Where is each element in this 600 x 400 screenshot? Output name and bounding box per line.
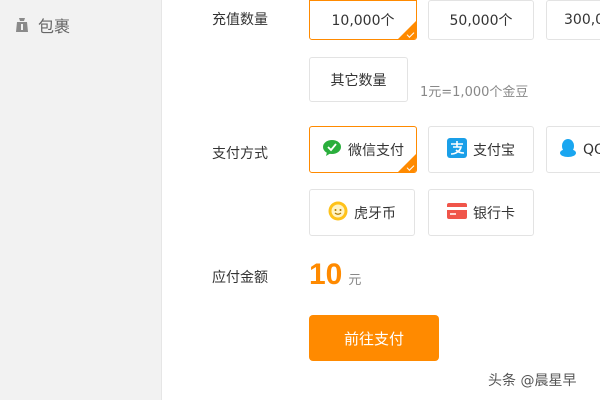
payment-option-wechat[interactable]: 微信支付 bbox=[309, 126, 417, 173]
sidebar: 包裹 bbox=[0, 0, 162, 400]
wechat-pay-icon bbox=[322, 139, 342, 161]
quantity-option-label: 50,000个 bbox=[449, 13, 513, 29]
quantity-option-10000[interactable]: 10,000个 bbox=[309, 0, 417, 40]
quantity-option-label: 300,0 bbox=[564, 12, 600, 28]
proceed-to-pay-button[interactable]: 前往支付 bbox=[309, 315, 439, 361]
payment-option-label: 银行卡 bbox=[473, 205, 515, 222]
quantity-option-300000[interactable]: 300,0 bbox=[546, 0, 600, 40]
other-quantity-label: 其它数量 bbox=[330, 72, 387, 89]
selected-check-icon bbox=[398, 154, 416, 172]
amount-due: 10 元 bbox=[309, 258, 361, 292]
payment-option-label: 虎牙币 bbox=[354, 205, 396, 222]
exchange-rate-hint: 1元=1,000个金豆 bbox=[420, 85, 529, 100]
quantity-option-label: 10,000个 bbox=[331, 13, 395, 29]
bank-card-icon bbox=[447, 202, 467, 223]
sidebar-item-package[interactable]: 包裹 bbox=[14, 12, 70, 38]
payment-option-bank-card[interactable]: 银行卡 bbox=[428, 189, 534, 236]
payment-option-label: 微信支付 bbox=[348, 142, 404, 159]
quantity-option-50000[interactable]: 50,000个 bbox=[428, 0, 534, 40]
payment-option-alipay[interactable]: 支付宝 bbox=[428, 126, 534, 173]
other-quantity-button[interactable]: 其它数量 bbox=[309, 57, 408, 102]
alipay-icon bbox=[447, 137, 467, 162]
package-icon bbox=[14, 16, 30, 34]
selected-check-icon bbox=[398, 21, 416, 39]
quantity-label: 充值数量 bbox=[212, 12, 268, 28]
payment-option-label: QQ bbox=[583, 141, 600, 158]
payment-option-qq[interactable]: QQ bbox=[546, 126, 600, 173]
payment-option-huya-coin[interactable]: 虎牙币 bbox=[309, 189, 415, 236]
qq-icon bbox=[559, 138, 577, 162]
amount-due-label: 应付金额 bbox=[212, 270, 268, 286]
payment-method-label: 支付方式 bbox=[212, 146, 268, 162]
sidebar-item-label: 包裹 bbox=[38, 17, 71, 36]
watermark: 头条 @晨星早 bbox=[488, 373, 577, 389]
amount-due-unit: 元 bbox=[348, 273, 362, 288]
payment-option-label: 支付宝 bbox=[473, 142, 515, 159]
huya-coin-icon bbox=[328, 201, 348, 225]
amount-due-value: 10 bbox=[309, 258, 343, 291]
